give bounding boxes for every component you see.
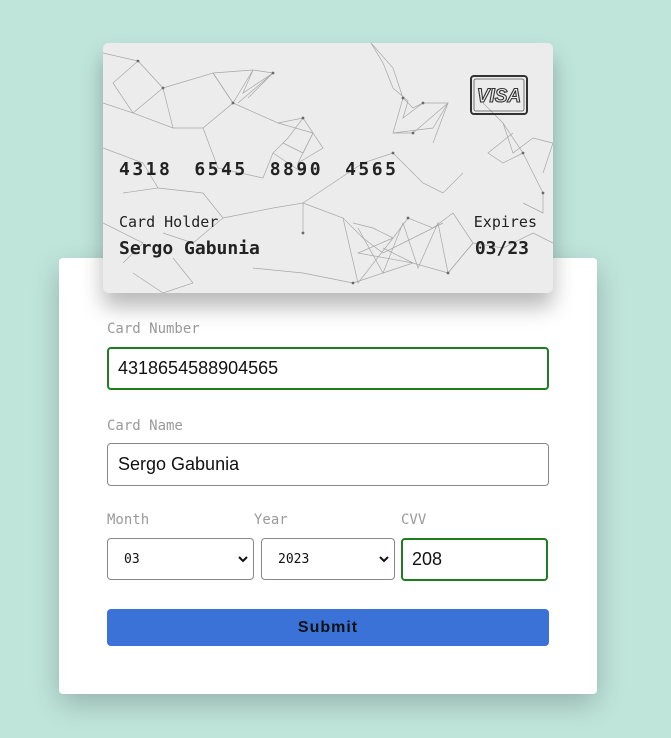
card-name-input[interactable]: Sergo Gabunia: [107, 443, 549, 486]
card-number-group-3: 8890: [269, 159, 324, 180]
card-number-label: Card Number: [107, 321, 200, 337]
month-label: Month: [107, 512, 150, 528]
submit-button[interactable]: Submit: [107, 609, 549, 646]
month-select[interactable]: 03: [107, 538, 254, 580]
card-number-input[interactable]: 4318654588904565: [107, 347, 549, 390]
expires-label: Expires: [473, 213, 537, 231]
card-name-label: Card Name: [107, 418, 183, 434]
cvv-input[interactable]: 208: [401, 538, 548, 581]
visa-brand-text: VISA: [477, 86, 521, 107]
year-label: Year: [254, 512, 288, 528]
chevron-down-icon: [379, 556, 389, 563]
cvv-label: CVV: [401, 512, 427, 528]
visa-logo-icon: VISA: [470, 75, 528, 115]
expires-value: 03/23: [474, 238, 529, 259]
card-number-group-1: 4318: [119, 159, 173, 180]
year-select[interactable]: 2023: [261, 538, 395, 580]
card-holder-name: Sergo Gabunia: [119, 238, 260, 259]
year-selected-value: 2023: [278, 551, 310, 567]
card-number-group-4: 4565: [345, 159, 399, 180]
card-holder-label: Card Holder: [119, 213, 219, 231]
chevron-down-icon: [238, 556, 248, 563]
month-selected-value: 03: [124, 551, 140, 567]
card-number-group-2: 6545: [194, 159, 248, 180]
card-number-display: 4318 6545 8890 4565: [119, 159, 420, 180]
credit-card-preview: VISA 4318 6545 8890 4565 Card Holder Sergo …: [103, 43, 553, 293]
